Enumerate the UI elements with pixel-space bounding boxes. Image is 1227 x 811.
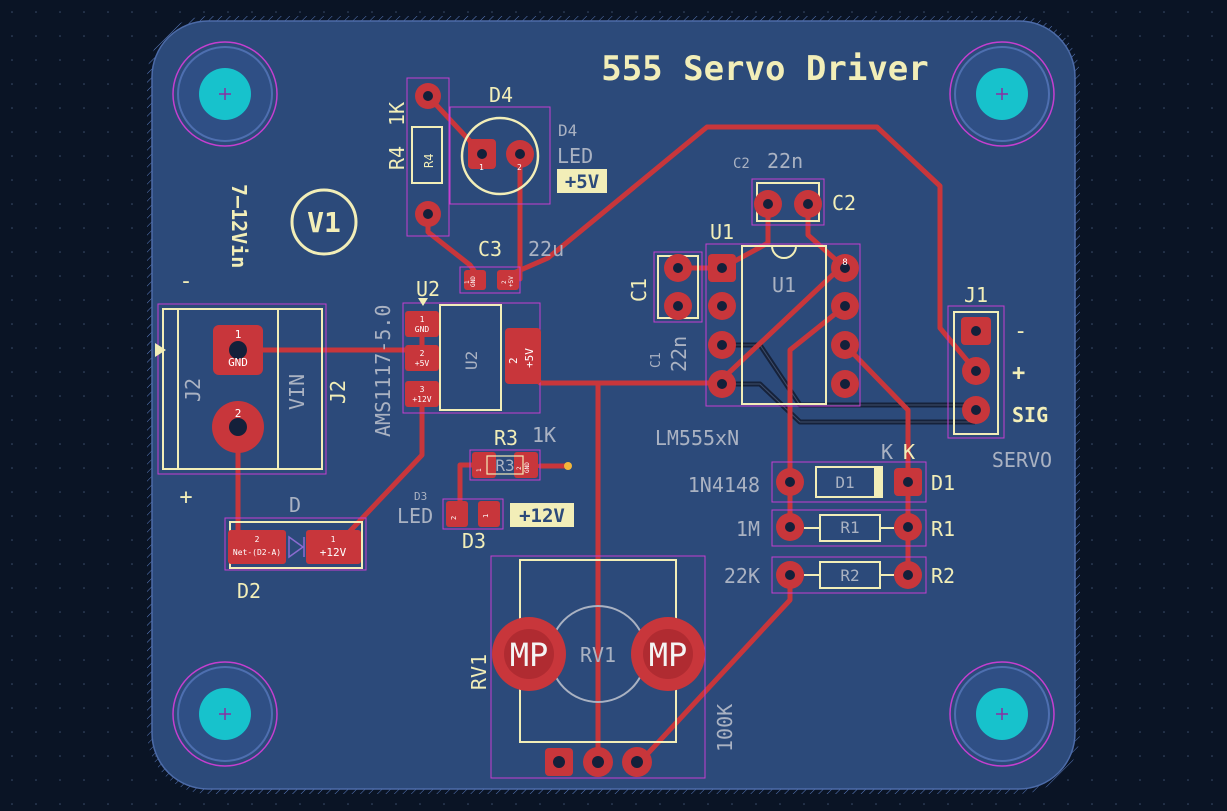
r3-body-label: R3 [495,456,514,475]
r3-pad1-number: 1 [476,468,483,472]
d2-pad2-net: Net-(D2-A) [233,548,281,557]
input-voltage-label: 7–12Vin [227,184,251,268]
input-plus-label: + [179,485,192,510]
rv1-body-label: RV1 [580,643,616,667]
r1-body-label: R1 [840,518,859,537]
u2-tab-number: 2 [507,357,520,364]
d3-ref: D3 [462,529,486,553]
j1-ref: J1 [964,283,988,307]
board-title: 555 Servo Driver [601,49,929,89]
r3-value: 1K [532,423,556,447]
u2-pin1-net: GND [415,325,430,334]
u2-pin3-number: 3 [420,385,425,394]
u1-value: LM555xN [655,426,739,450]
j1-sig-label: SIG [1012,403,1048,427]
d4-ref-secondary: D4 [558,121,577,140]
u2-pin2-net: +5V [415,359,430,368]
d1-body-label: D1 [835,473,854,492]
c3-value: 22u [528,237,564,261]
d2-body-label: D [289,493,301,517]
c1-value: 22n [667,336,691,372]
u2-pin3-net: +12V [412,395,431,404]
c2-ref: C2 [832,191,856,215]
d4-value: LED [557,144,593,168]
d2-pad2-number: 2 [255,535,260,544]
d4-pad1-number: 1 [479,163,484,172]
d3-ref-small: D3 [414,490,427,503]
j2-ref: J2 [326,380,350,404]
j2-vin-label: VIN [285,374,309,410]
r4-ref: R4 [385,146,409,170]
r3-pad2-net: GND [524,462,531,473]
mounting-hole-tl [172,41,278,147]
u2-body-label: U2 [462,351,481,370]
j2-body-label: J2 [181,378,205,402]
mounting-hole-tr [949,41,1055,147]
c1-ref: C1 [627,278,651,302]
u1-ref: U1 [710,220,734,244]
version-mark: V1 [307,206,341,239]
r2-ref: R2 [931,564,955,588]
u1-pin8-number: 8 [842,258,847,268]
c2-value: 22n [767,149,803,173]
rv1-mp-right: MP [649,636,688,674]
d1-value: 1N4148 [688,473,760,497]
d1-ref: D1 [931,471,955,495]
d3-pad2-number: 2 [450,516,458,520]
c3-pad2-number: 2 [501,280,508,284]
c1-ref-small: C1 [649,352,664,368]
r2-body-label: R2 [840,566,859,585]
c2-ref-small: C2 [733,156,750,172]
u2-pin1-number: 1 [420,315,425,324]
c3-ref: C3 [478,237,502,261]
pcb-layout: 555 Servo Driver V1 7–12Vin - + R4 1K R4… [0,0,1227,807]
j1-plus-label: + [1012,361,1025,386]
j2-pad1-number: 1 [235,328,242,341]
rv1-ref: RV1 [467,654,491,690]
r3-ref: R3 [494,426,518,450]
d3-value: LED [397,504,433,528]
j2-pad1-net: GND [228,356,248,369]
j1-value: SERVO [992,448,1052,472]
u1-body-label: U1 [772,273,796,297]
mounting-hole-bl [172,661,278,767]
j1-minus-label: - [1014,319,1027,344]
r4-value: 1K [385,102,409,126]
d2-pad1-net: +12V [320,546,347,559]
r2-value: 22K [724,564,760,588]
u2-value: AMS1117-5.0 [371,305,395,437]
d3-pad1-number: 1 [482,514,490,518]
r1-value: 1M [736,517,760,541]
r3-pad2-number: 2 [516,466,523,470]
d4-ref: D4 [489,83,513,107]
d4-pad2-number: 2 [517,163,522,172]
mounting-hole-br [949,661,1055,767]
d1-cathode-mark-2: K [903,440,915,464]
d1-cathode-mark-1: K [881,440,893,464]
d4-net-tag: +5V [565,171,599,193]
pcb-editor-canvas[interactable]: 555 Servo Driver V1 7–12Vin - + R4 1K R4… [0,0,1227,807]
c3-pad1-number: 1 [464,280,471,284]
j2-pad2-number: 2 [235,407,242,420]
u2-ref: U2 [416,277,440,301]
u2-tab-net: +5V [523,348,536,368]
r1-ref: R1 [931,517,955,541]
c3-pad2-net: +5V [508,276,515,287]
d2-ref: D2 [237,579,261,603]
u2-pin2-number: 2 [420,349,425,358]
d3-net-tag: +12V [519,505,565,527]
d2-pad1-number: 1 [331,535,336,544]
input-minus-label: - [179,269,192,294]
rv1-value: 100K [713,704,737,752]
c3-pad1-net: GND [470,276,477,287]
rv1-mp-left: MP [510,636,549,674]
r4-body-label: R4 [422,154,436,168]
